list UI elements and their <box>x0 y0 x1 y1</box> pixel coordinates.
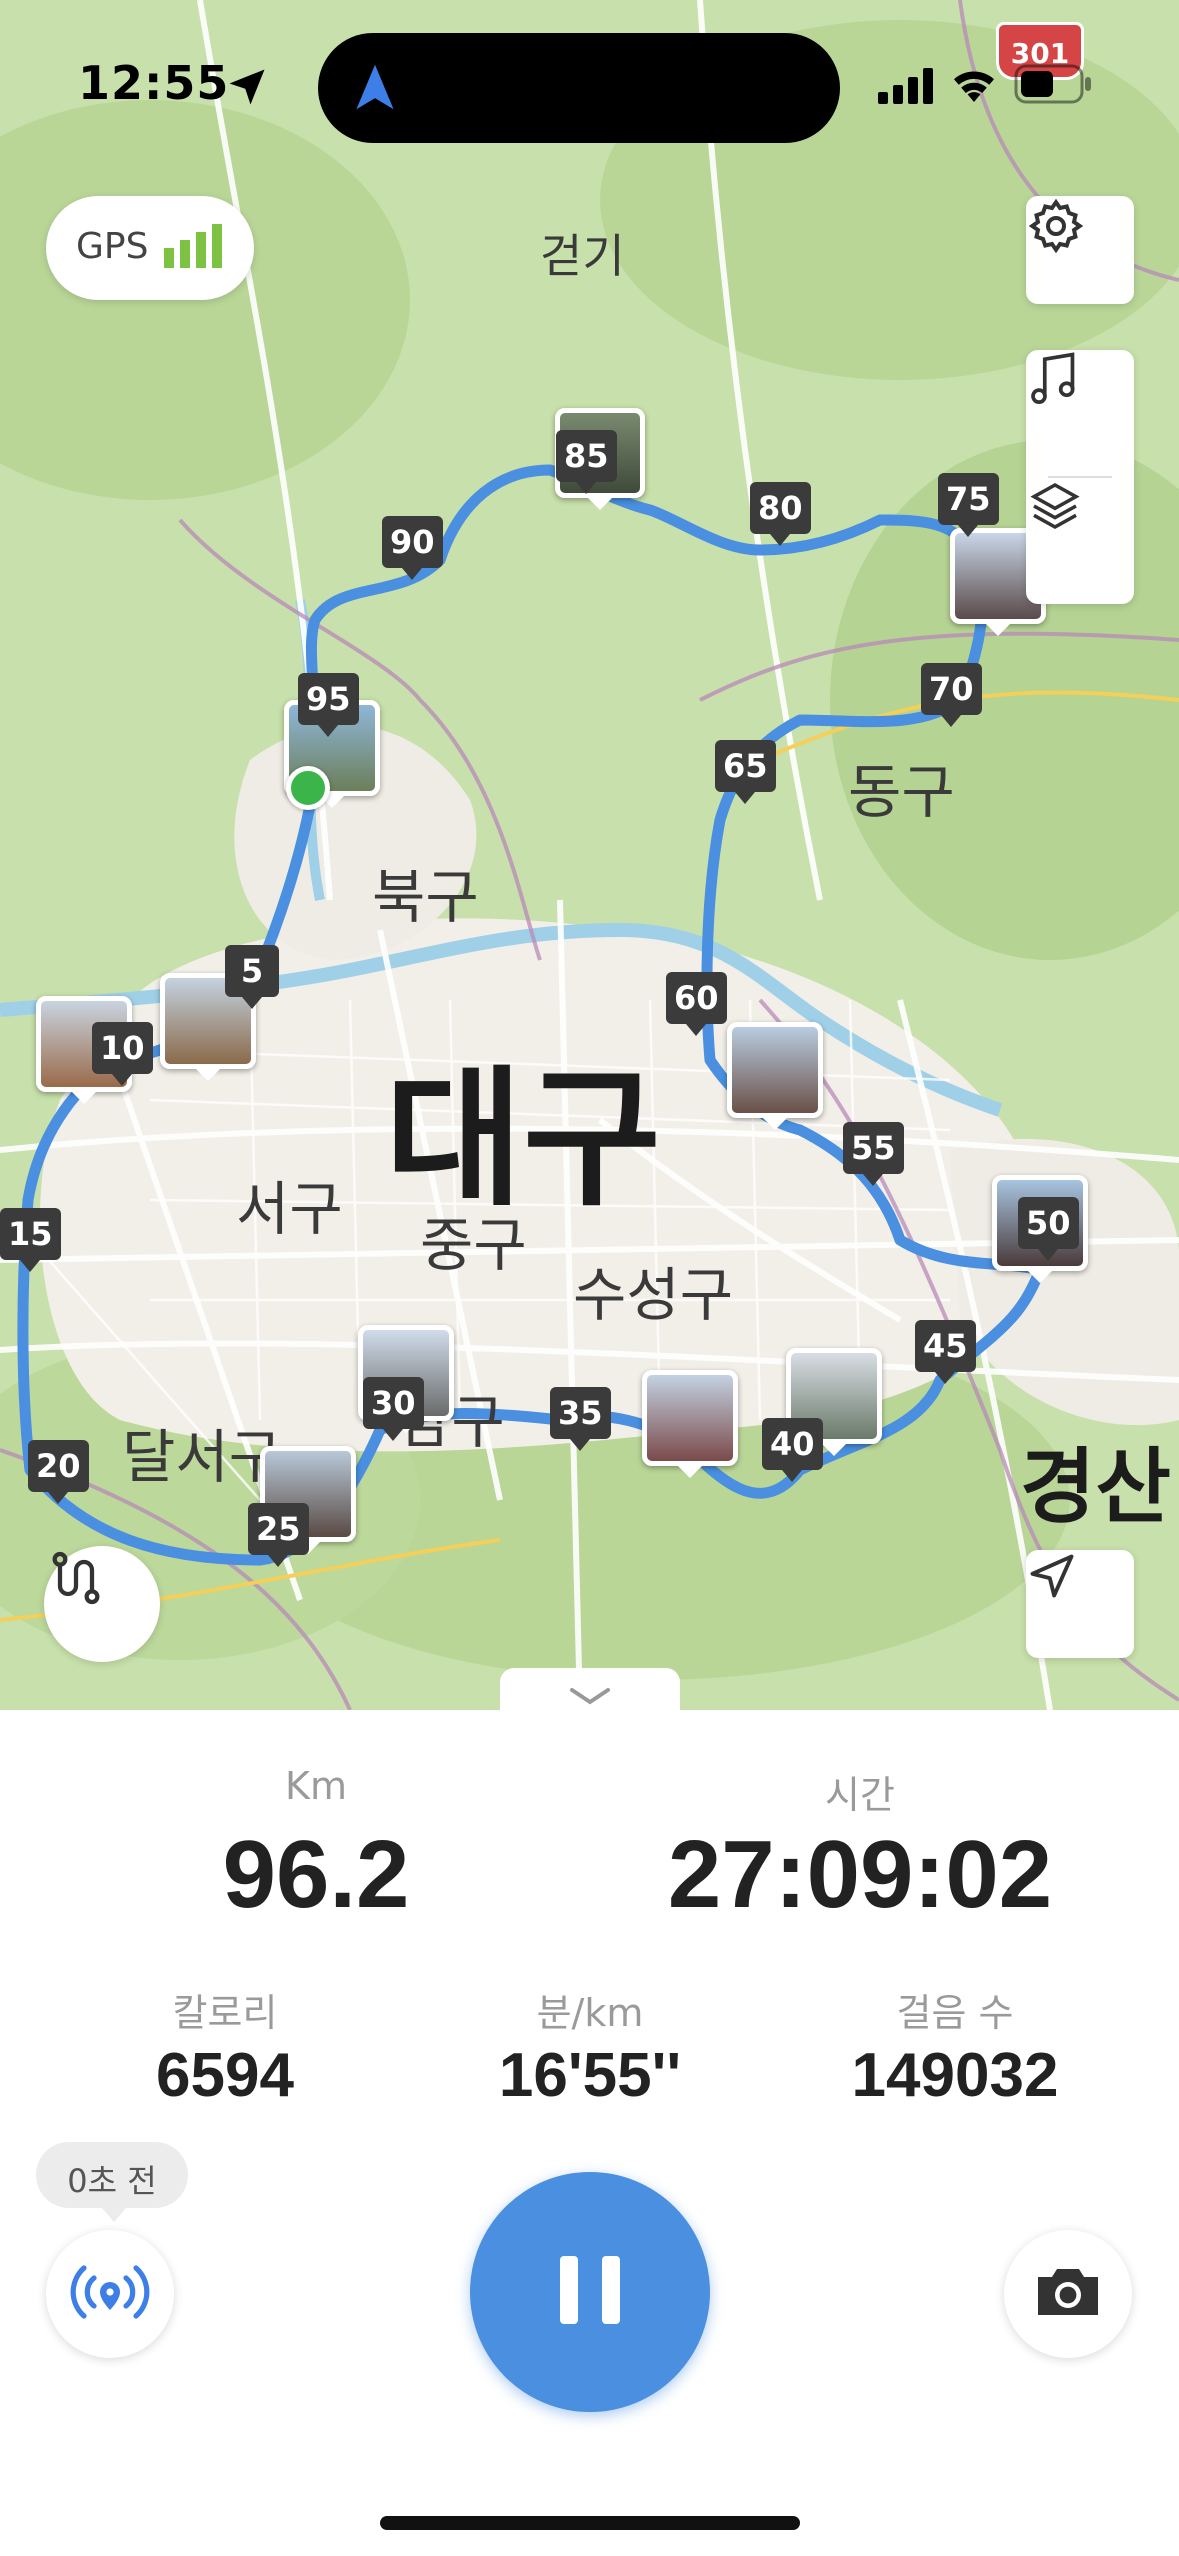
km-marker: 30 <box>363 1377 424 1441</box>
status-time: 12:55 <box>78 56 230 110</box>
km-marker: 80 <box>750 482 811 546</box>
km-marker: 10 <box>92 1022 153 1086</box>
map-view[interactable]: 걷기 북구 동구 대구 서구 중구 수성구 달서구 남구 경산 5 10 15 … <box>0 0 1179 1710</box>
km-marker: 60 <box>666 972 727 1036</box>
km-marker: 25 <box>248 1503 309 1567</box>
gps-status-pill: GPS <box>46 196 254 300</box>
place-label-seo-gu: 서구 <box>236 1175 343 1243</box>
camera-icon <box>1032 2263 1104 2325</box>
km-marker: 35 <box>550 1387 611 1451</box>
km-marker: 5 <box>225 945 279 1009</box>
km-marker: 85 <box>556 430 617 494</box>
km-marker: 70 <box>921 663 982 727</box>
calories-label: 칼로리 <box>172 1991 278 2035</box>
pause-button[interactable] <box>470 2172 710 2412</box>
pause-icon <box>556 2252 624 2332</box>
km-marker: 15 <box>0 1208 61 1272</box>
km-marker: 55 <box>843 1122 904 1186</box>
km-marker: 75 <box>938 473 999 537</box>
gps-signal-icon <box>162 224 222 268</box>
chevron-down-icon <box>566 1684 614 1712</box>
live-tooltip: 0초 전 <box>36 2142 188 2222</box>
photo-marker[interactable] <box>642 1370 738 1478</box>
home-indicator <box>380 2516 800 2530</box>
photo-marker[interactable] <box>727 1022 823 1130</box>
time-label: 시간 <box>825 1773 895 1817</box>
pace-label: 분/km <box>536 1991 644 2035</box>
km-marker: 45 <box>915 1320 976 1384</box>
km-marker: 95 <box>298 673 359 737</box>
distance-label: Km <box>285 1764 347 1808</box>
stats-panel: Km 96.2 시간 27:09:02 칼로리 6594 분/km 16'55'… <box>0 1710 1179 2556</box>
place-label-gyeongsan: 경산 <box>1020 1440 1171 1535</box>
place-label-jung-gu: 중구 <box>420 1211 527 1279</box>
map-tools-panel <box>1026 350 1134 604</box>
dynamic-island <box>318 33 840 143</box>
time-value: 27:09:02 <box>667 1821 1053 1928</box>
km-marker: 50 <box>1018 1197 1079 1261</box>
gps-label: GPS <box>76 226 149 267</box>
camera-button[interactable] <box>1004 2230 1132 2358</box>
km-marker: 20 <box>28 1440 89 1504</box>
km-marker: 90 <box>382 516 443 580</box>
live-broadcast-icon <box>68 2260 152 2328</box>
pace-value: 16'55'' <box>498 2041 682 2110</box>
km-marker: 65 <box>715 740 776 804</box>
steps-value: 149032 <box>851 2041 1059 2110</box>
layers-button[interactable] <box>1026 478 1134 604</box>
music-button[interactable] <box>1026 350 1134 476</box>
settings-button[interactable] <box>1026 196 1134 304</box>
recenter-button[interactable] <box>1026 1550 1134 1658</box>
route-button[interactable] <box>44 1546 160 1662</box>
place-label-buk-gu: 북구 <box>372 863 479 931</box>
start-point-marker <box>286 766 330 810</box>
calories-value: 6594 <box>156 2041 294 2110</box>
place-label-dalseo-gu: 달서구 <box>122 1423 283 1491</box>
distance-value: 96.2 <box>222 1821 410 1928</box>
live-share-button[interactable] <box>46 2230 174 2358</box>
place-label-dong-gu: 동구 <box>848 758 955 826</box>
km-marker: 40 <box>762 1418 823 1482</box>
steps-label: 걸음 수 <box>896 1991 1014 2035</box>
place-label-suseong-gu: 수성구 <box>573 1261 734 1329</box>
place-label-mode: 걷기 <box>540 229 625 283</box>
